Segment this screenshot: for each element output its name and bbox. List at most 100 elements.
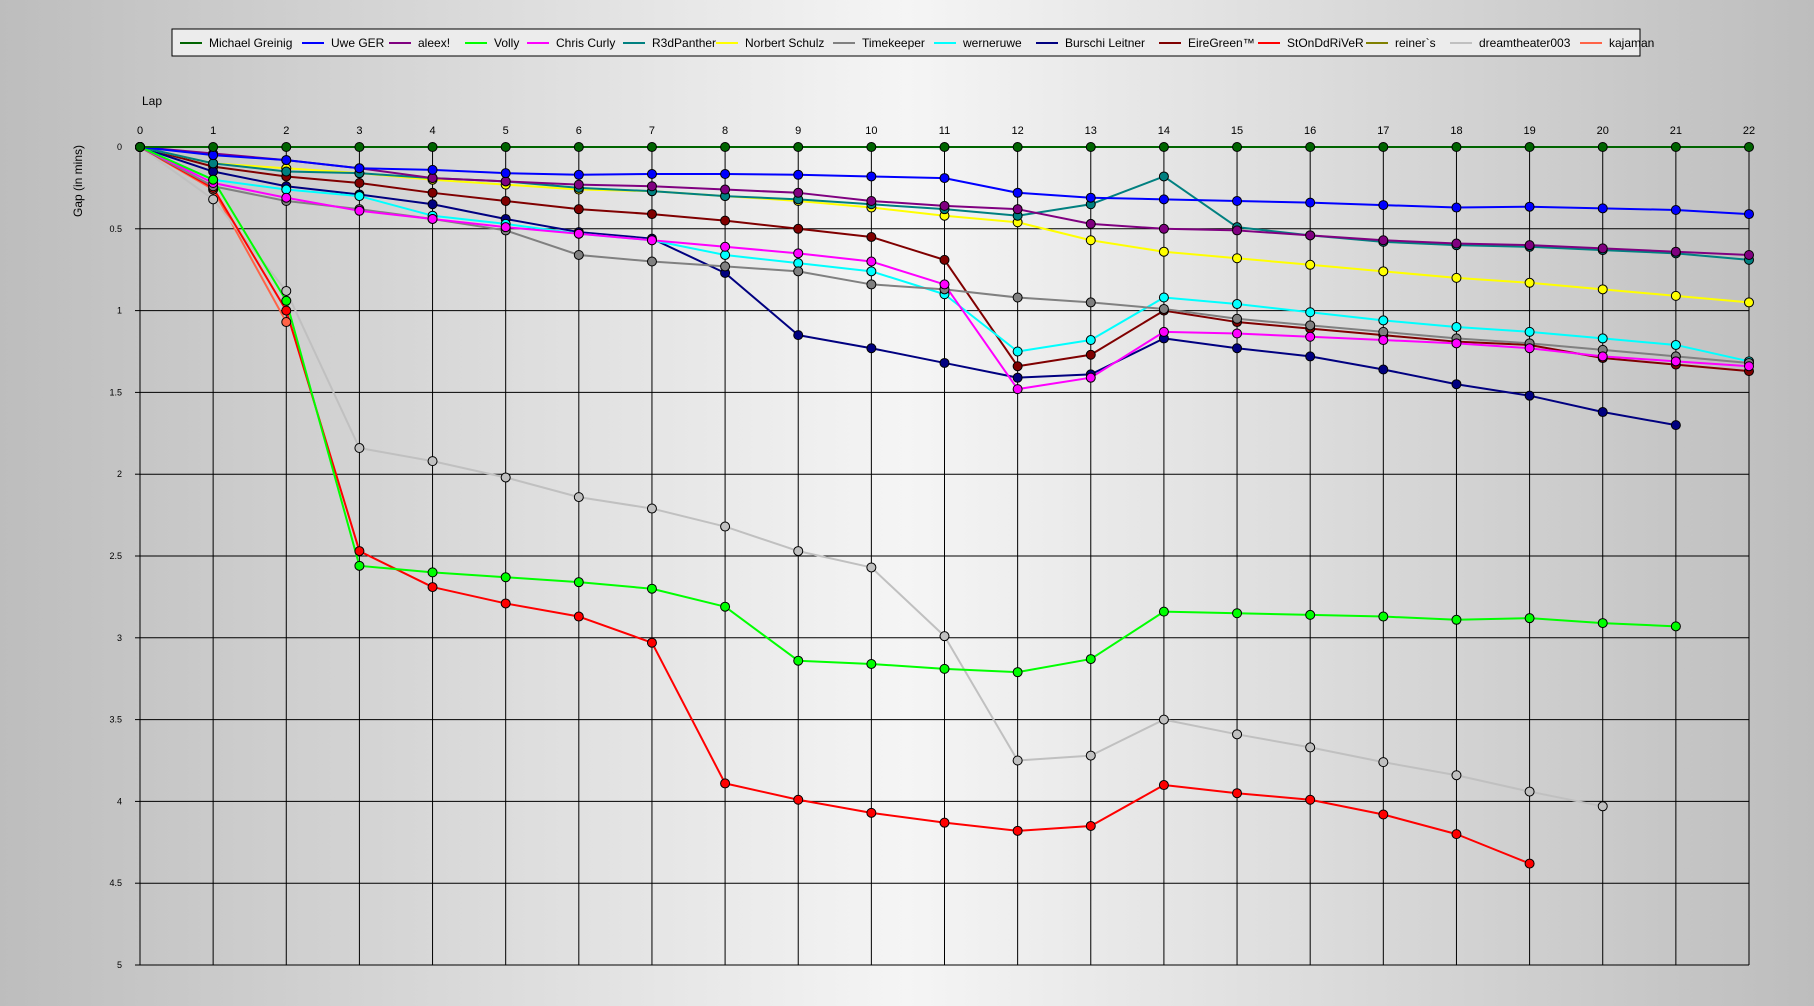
data-point [646, 235, 657, 246]
data-point [1012, 346, 1023, 357]
data-point [1451, 142, 1462, 152]
data-point [208, 158, 219, 169]
data-point [1158, 171, 1169, 182]
data-point [573, 492, 584, 503]
data-point [939, 631, 950, 642]
data-point [1670, 204, 1681, 215]
data-point [573, 611, 584, 622]
data-point [939, 817, 950, 828]
data-point [1305, 742, 1316, 753]
data-point [1744, 142, 1754, 152]
legend: Michael Greinig Uwe GER aleex! Volly Chris C… [171, 28, 1654, 57]
data-point [1232, 195, 1243, 206]
x-tick-label: 8 [722, 125, 728, 137]
data-point [281, 317, 292, 328]
data-point [427, 173, 438, 184]
legend-label: werneruwe [962, 36, 1022, 50]
x-tick-label: 11 [939, 125, 950, 137]
data-point [1085, 142, 1096, 152]
data-point [1670, 621, 1681, 632]
x-tick-label: 1 [210, 125, 216, 137]
data-point [1232, 299, 1243, 310]
data-point [281, 142, 292, 152]
data-point [1232, 313, 1243, 324]
data-point [1378, 611, 1389, 622]
data-point [720, 601, 731, 612]
legend-label: Burschi Leitner [1065, 36, 1145, 50]
legend-label: Chris Curly [556, 36, 615, 50]
data-point [1305, 320, 1316, 331]
legend-label: Norbert Schulz [745, 36, 824, 50]
data-point [646, 637, 657, 648]
data-point [1597, 243, 1608, 254]
data-point [793, 169, 804, 180]
data-point [793, 223, 804, 234]
data-point [1597, 351, 1608, 362]
x-tick-label: 17 [1377, 125, 1389, 137]
data-point [1524, 786, 1535, 797]
data-point [1451, 202, 1462, 213]
series-line [139, 146, 1530, 865]
legend-label: dreamtheater003 [1479, 36, 1571, 50]
data-point [1670, 356, 1681, 367]
data-point [866, 231, 877, 242]
data-point [720, 184, 731, 195]
y-tick-label: 3 [117, 633, 122, 643]
data-point [646, 583, 657, 594]
data-point [720, 215, 731, 226]
x-tick-label: 9 [795, 125, 801, 137]
x-tick-label: 22 [1743, 125, 1755, 137]
x-tick-label: 3 [356, 125, 362, 137]
data-point [1012, 204, 1023, 215]
data-point [939, 357, 950, 368]
data-point [427, 456, 438, 467]
data-point [1305, 331, 1316, 342]
data-point [1012, 187, 1023, 198]
data-point [1085, 297, 1096, 308]
data-point [1158, 142, 1169, 152]
data-point [208, 150, 219, 161]
data-point [1158, 606, 1169, 617]
data-point [354, 177, 365, 188]
data-point [866, 658, 877, 669]
data-point [573, 228, 584, 239]
data-point [1085, 235, 1096, 246]
data-point [720, 261, 731, 272]
y-axis-label: Gap (in mins) [71, 145, 85, 217]
data-point [793, 248, 804, 259]
data-point [281, 285, 292, 296]
x-tick-label: 10 [865, 125, 877, 137]
data-point [1012, 755, 1023, 766]
data-point [866, 142, 877, 152]
data-point [1158, 326, 1169, 337]
data-point [720, 241, 731, 252]
data-point [1451, 829, 1462, 840]
data-point [500, 168, 511, 179]
x-tick-label: 6 [576, 125, 582, 137]
data-point [1012, 361, 1023, 372]
data-point [793, 794, 804, 805]
data-point [939, 254, 950, 265]
data-point [1744, 297, 1754, 308]
x-tick-label: 18 [1450, 125, 1462, 137]
data-point [1158, 223, 1169, 234]
data-point [866, 266, 877, 277]
data-point [1085, 750, 1096, 761]
data-point [135, 142, 145, 152]
data-point [939, 200, 950, 211]
data-point [1597, 618, 1608, 629]
data-point [1085, 192, 1096, 203]
data-point [281, 192, 292, 203]
data-point [1305, 351, 1316, 362]
y-tick-label: 1.5 [109, 387, 122, 397]
data-point [1524, 390, 1535, 401]
data-point [573, 204, 584, 215]
data-point [573, 142, 584, 152]
data-point [1305, 259, 1316, 270]
legend-label: reiner`s [1395, 36, 1436, 50]
x-tick-label: 14 [1158, 125, 1170, 137]
data-point [1012, 292, 1023, 303]
y-tick-label: 3.5 [109, 715, 122, 725]
data-point [500, 598, 511, 609]
legend-label: aleex! [418, 36, 450, 50]
